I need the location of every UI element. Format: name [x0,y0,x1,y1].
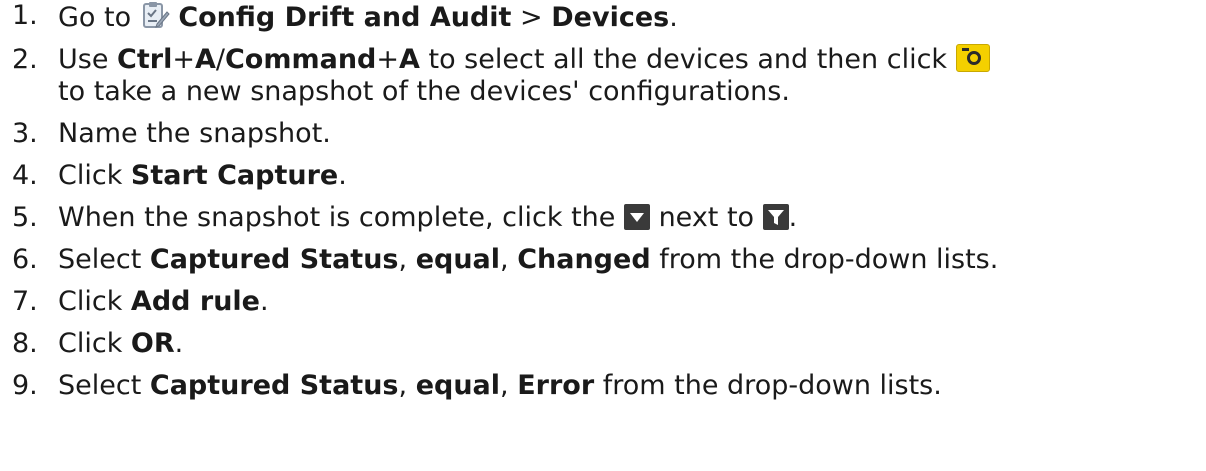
step-number: 1. [12,0,38,31]
step-5: 5. When the snapshot is complete, click … [12,202,798,233]
step-3: 3. Name the snapshot. [12,118,331,149]
instruction-steps: 1. Go to Config Drift and Audit > Device… [0,0,998,412]
step-2: 2. Use Ctrl+A/Command+A to select all th… [0,44,998,108]
triangle-down-icon [623,204,650,230]
step-8: 8. Click OR. [12,328,184,359]
step-number: 5. [12,202,38,233]
step-number: 7. [12,286,38,317]
step-number: 6. [12,244,38,275]
filter-funnel-icon [762,204,789,230]
step-number: 2. [12,44,38,75]
step-number: 4. [12,160,38,191]
step-number: 9. [12,370,38,401]
step-1: 1. Go to Config Drift and Audit > Device… [12,0,678,33]
step-number: 3. [12,118,38,149]
step-number: 8. [12,328,38,359]
step-9: 9. Select Captured Status, equal, Error … [12,370,942,401]
clipboard-checklist-icon [142,2,170,28]
step-7: 7. Click Add rule. [12,286,269,317]
camera-icon [955,44,990,72]
step-4: 4. Click Start Capture. [12,160,347,191]
step-6: 6. Select Captured Status, equal, Change… [12,244,999,275]
